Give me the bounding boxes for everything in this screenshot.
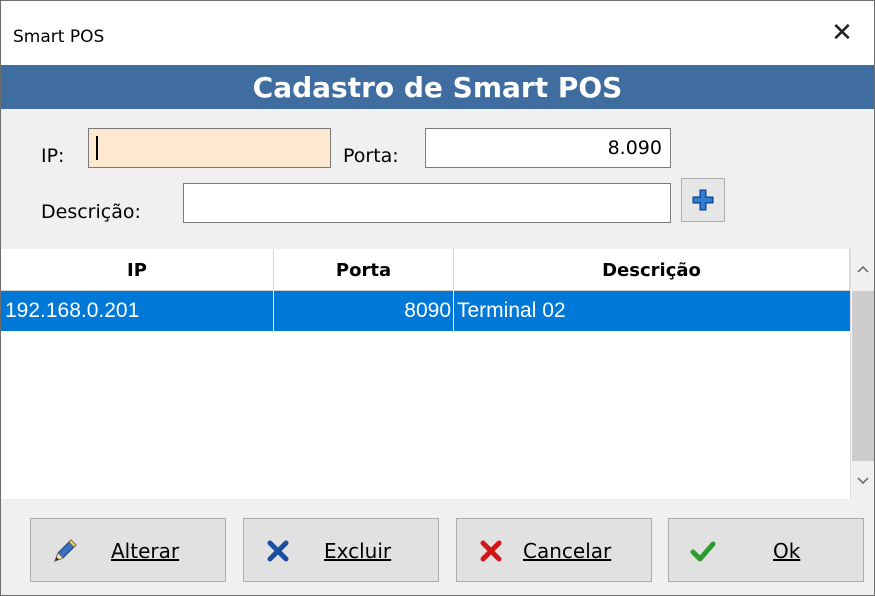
scroll-thumb[interactable] bbox=[852, 291, 874, 461]
cell-porta[interactable]: 8090 bbox=[274, 291, 454, 331]
excluir-button[interactable]: Excluir bbox=[243, 518, 439, 582]
ok-label: Ok bbox=[773, 539, 801, 563]
smart-pos-grid[interactable]: IP Porta Descrição 192.168.0.201 8090 Te… bbox=[1, 249, 874, 499]
table-row[interactable]: 192.168.0.201 8090 Terminal 02 bbox=[1, 291, 850, 331]
porta-input[interactable] bbox=[425, 128, 671, 168]
column-header-porta[interactable]: Porta bbox=[274, 249, 454, 291]
cancelar-button[interactable]: Cancelar bbox=[456, 518, 652, 582]
pencil-icon bbox=[54, 539, 77, 562]
descricao-input[interactable] bbox=[183, 183, 671, 223]
excluir-label: Excluir bbox=[324, 539, 392, 563]
scroll-down-button[interactable] bbox=[851, 461, 875, 501]
alterar-label: Alterar bbox=[111, 539, 180, 563]
window-title: Smart POS bbox=[13, 27, 105, 47]
red-x-icon bbox=[480, 540, 502, 562]
ip-input[interactable] bbox=[88, 128, 331, 168]
title-bar: Smart POS ✕ bbox=[1, 1, 874, 65]
cell-ip[interactable]: 192.168.0.201 bbox=[1, 291, 274, 331]
cell-descricao[interactable]: Terminal 02 bbox=[454, 291, 850, 331]
descricao-label: Descrição: bbox=[41, 201, 141, 223]
vertical-scrollbar[interactable] bbox=[850, 249, 874, 499]
plus-icon bbox=[692, 189, 714, 211]
banner-title: Cadastro de Smart POS bbox=[252, 70, 623, 104]
chevron-up-icon bbox=[857, 265, 869, 273]
grid-header: IP Porta Descrição bbox=[1, 249, 850, 291]
blue-x-icon bbox=[267, 540, 289, 562]
smart-pos-dialog: Smart POS ✕ Cadastro de Smart POS IP: Po… bbox=[0, 0, 875, 596]
alterar-button[interactable]: Alterar bbox=[30, 518, 226, 582]
ok-button[interactable]: Ok bbox=[668, 518, 864, 582]
column-header-descricao[interactable]: Descrição bbox=[454, 249, 850, 291]
scroll-up-button[interactable] bbox=[851, 249, 875, 289]
chevron-down-icon bbox=[857, 477, 869, 485]
porta-label: Porta: bbox=[343, 145, 399, 167]
ip-label: IP: bbox=[41, 145, 65, 167]
cancelar-label: Cancelar bbox=[523, 539, 612, 563]
add-button[interactable] bbox=[681, 178, 725, 222]
checkmark-icon bbox=[690, 541, 716, 562]
form-banner: Cadastro de Smart POS bbox=[1, 65, 874, 109]
text-caret bbox=[96, 136, 98, 160]
column-header-ip[interactable]: IP bbox=[1, 249, 274, 291]
close-button[interactable]: ✕ bbox=[810, 1, 874, 65]
close-icon: ✕ bbox=[831, 18, 853, 48]
